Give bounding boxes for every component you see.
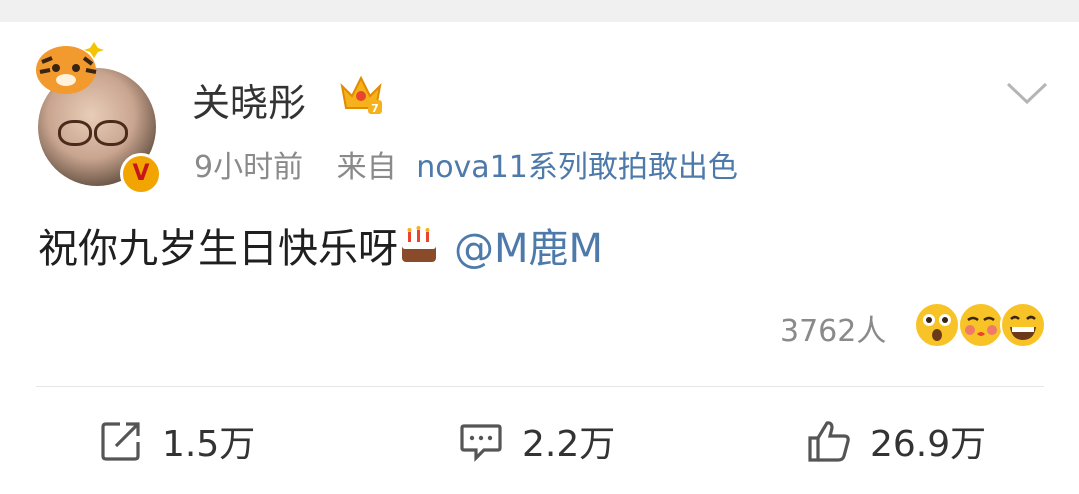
chevron-down-icon[interactable] xyxy=(1004,78,1050,108)
comment-count: 2.2万 xyxy=(522,424,616,465)
repost-button[interactable]: 1.5万 xyxy=(98,416,255,466)
post-time: 9小时前 xyxy=(194,150,304,185)
tiger-avatar-pendant-icon xyxy=(36,42,104,94)
like-count: 26.9万 xyxy=(870,424,987,465)
source-device-link[interactable]: nova11系列敢拍敢出色 xyxy=(416,150,738,185)
author-name[interactable]: 关晓彤 xyxy=(192,72,306,127)
crown-icon: 7 xyxy=(340,75,382,115)
svg-text:7: 7 xyxy=(371,102,379,115)
grin-emoji-icon xyxy=(1000,302,1046,348)
like-button[interactable]: 26.9万 xyxy=(806,416,986,466)
like-icon xyxy=(808,421,850,462)
post-body: 祝你九岁生日快乐呀 xyxy=(38,226,398,272)
author-avatar[interactable]: V xyxy=(28,40,168,195)
weibo-post-card: V 关晓彤 7 9小时前 来自 nova11系列敢拍敢出色 祝你九岁生日快乐呀 … xyxy=(0,0,1079,494)
post-meta: 9小时前 来自 nova11系列敢拍敢出色 xyxy=(194,142,738,186)
repost-count: 1.5万 xyxy=(162,424,256,465)
comment-button[interactable]: 2.2万 xyxy=(458,416,615,466)
post-text: 祝你九岁生日快乐呀 @M鹿M xyxy=(38,216,603,274)
comment-icon xyxy=(460,424,502,462)
glasses-right xyxy=(94,120,128,146)
divider xyxy=(36,386,1044,387)
surprised-emoji-icon xyxy=(914,302,960,348)
glasses-left xyxy=(58,120,92,146)
cake-icon xyxy=(402,226,436,262)
verified-badge: V xyxy=(120,153,162,195)
mention-link[interactable]: @M鹿M xyxy=(454,226,603,272)
reactions-count: 3762人 xyxy=(780,314,887,349)
from-label: 来自 xyxy=(336,150,397,185)
repost-icon xyxy=(101,422,140,461)
